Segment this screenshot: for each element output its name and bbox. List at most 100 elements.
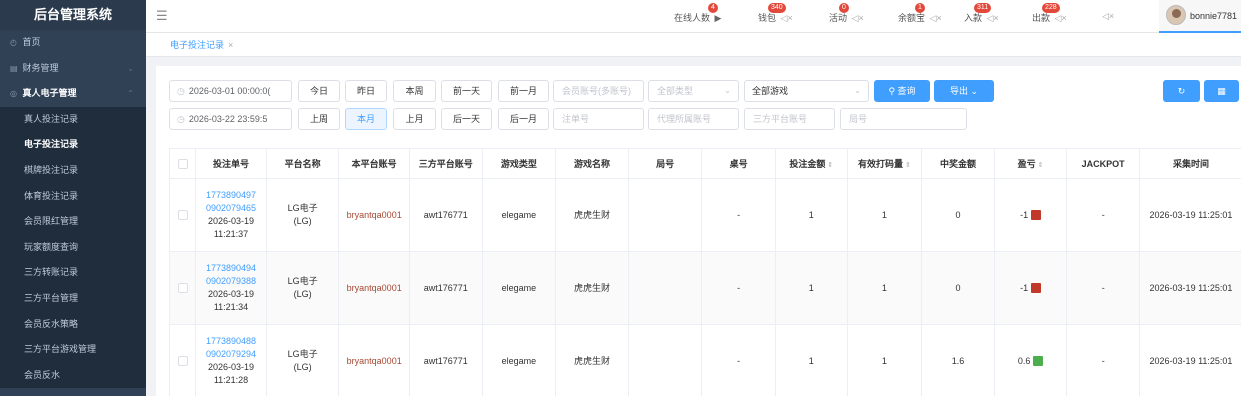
account-link[interactable]: bryantqa0001 bbox=[347, 210, 402, 220]
user-menu[interactable]: bonnie7781 bbox=[1159, 0, 1241, 33]
row-checkbox[interactable] bbox=[177, 283, 188, 294]
tab-egame-bets[interactable]: 电子投注记录 × bbox=[170, 38, 233, 51]
sort-icon[interactable]: ⇕ bbox=[827, 162, 833, 169]
yuebao-stat[interactable]: 余额宝 1 ◁× bbox=[898, 3, 942, 24]
table-row: 1773890497 0902079465 2026-03-19 11:21:37 LG… bbox=[168, 178, 1241, 252]
last-month-button[interactable]: 上月 bbox=[393, 108, 436, 130]
sidebar-item-home[interactable]: ◴ 首页 bbox=[0, 30, 146, 56]
avatar bbox=[1166, 5, 1186, 25]
sidebar-item-chess-bets[interactable]: 棋牌投注记录 bbox=[0, 157, 146, 184]
third-party-account-input[interactable]: 三方平台账号 bbox=[744, 108, 835, 130]
sidebar-item-label: 财务管理 bbox=[22, 62, 59, 73]
game-select[interactable]: 全部游戏 ⌄ bbox=[744, 80, 869, 102]
online-users-stat[interactable]: 在线人数 4 ▶ bbox=[674, 3, 721, 24]
sidebar-item-platform-mgmt[interactable]: 三方平台管理 bbox=[0, 285, 146, 312]
yesterday-button[interactable]: 昨日 bbox=[345, 80, 387, 102]
hamburger-icon[interactable]: ☰ bbox=[156, 9, 168, 22]
sidebar-item-egame-bets[interactable]: 电子投注记录 bbox=[0, 132, 146, 158]
sidebar-item-transfer-log[interactable]: 三方转账记录 bbox=[0, 260, 146, 286]
start-time-value: 2026-03-01 00:00:0( bbox=[188, 86, 271, 96]
sidebar-item-finance[interactable]: ▤ 财务管理 ⌄ bbox=[0, 56, 146, 82]
mute-icon: ◁× bbox=[986, 13, 999, 23]
sidebar-item-platform-games[interactable]: 三方平台游戏管理 bbox=[0, 337, 146, 363]
start-time-input[interactable]: ◷ 2026-03-01 00:00:0( bbox=[169, 80, 292, 102]
chevron-up-icon: ⌃ bbox=[127, 89, 134, 99]
type-select[interactable]: 全部类型 ⌄ bbox=[648, 80, 739, 102]
game-select-value: 全部游戏 bbox=[752, 86, 789, 96]
online-badge: 4 bbox=[708, 3, 718, 13]
end-time-input[interactable]: ◷ 2026-03-22 23:59:5 bbox=[169, 108, 292, 130]
game-type-cell: elegame bbox=[481, 251, 557, 325]
next-day-button[interactable]: 后一天 bbox=[441, 108, 492, 130]
stat-label: 入款 bbox=[964, 13, 983, 23]
column-header-sortable[interactable]: 投注金额 ⇕ bbox=[774, 148, 848, 179]
sidebar-item-credit-query[interactable]: 玩家额度查询 bbox=[0, 234, 146, 261]
column-header-sortable[interactable]: 有效打码量 ⇕ bbox=[846, 148, 923, 179]
order-number-link[interactable]: 1773890497 bbox=[196, 189, 266, 202]
withdraw-badge: 228 bbox=[1042, 3, 1060, 13]
sidebar: 后台管理系统 ◴ 首页 ▤ 财务管理 ⌄ ◎ 真人电子管理 ⌃ 真人投注记录 电… bbox=[0, 0, 146, 396]
next-month-button[interactable]: 后一月 bbox=[498, 108, 549, 130]
deposit-stat[interactable]: 入款 311 ◁× bbox=[964, 3, 999, 24]
close-icon[interactable]: × bbox=[228, 40, 233, 50]
collect-time-cell: 2026-03-19 11:25:01 bbox=[1138, 178, 1241, 252]
sort-icon[interactable]: ⇕ bbox=[1038, 162, 1044, 169]
mute-icon: ◁× bbox=[851, 13, 864, 23]
valid-bet-cell: 1 bbox=[846, 324, 923, 396]
jackpot-cell: - bbox=[1066, 251, 1140, 325]
order-number-link[interactable]: 1773890494 bbox=[196, 262, 266, 275]
sidebar-item-bet-limits[interactable]: 会员限红管理 bbox=[0, 209, 146, 235]
grid-button[interactable]: ▦ bbox=[1204, 80, 1239, 102]
sound-mute-icon[interactable]: ◁× bbox=[1102, 11, 1114, 22]
export-button[interactable]: 导出 ⌄ bbox=[934, 80, 994, 102]
order-number-link[interactable]: 0902079294 bbox=[196, 348, 266, 361]
this-month-button[interactable]: 本月 bbox=[345, 108, 387, 130]
wallet-stat[interactable]: 钱包 340 ◁× bbox=[758, 3, 793, 24]
select-all-cell[interactable] bbox=[168, 148, 197, 179]
table-number-cell: - bbox=[701, 324, 776, 396]
sidebar-item-rebate-policy[interactable]: 会员反水策略 bbox=[0, 311, 146, 338]
round-number-input[interactable]: 局号 bbox=[840, 108, 967, 130]
last-week-button[interactable]: 上周 bbox=[298, 108, 340, 130]
order-number-link[interactable]: 1773890488 bbox=[196, 335, 266, 348]
prev-month-button[interactable]: 前一月 bbox=[498, 80, 549, 102]
withdraw-stat[interactable]: 出款 228 ◁× bbox=[1032, 3, 1067, 24]
prev-day-button[interactable]: 前一天 bbox=[441, 80, 492, 102]
platform-name: LG电子 bbox=[287, 203, 318, 213]
agent-account-input[interactable]: 代理所属账号 bbox=[648, 108, 739, 130]
select-all-checkbox[interactable] bbox=[177, 158, 188, 169]
row-checkbox[interactable] bbox=[177, 356, 188, 367]
row-checkbox[interactable] bbox=[177, 210, 188, 221]
platform-name: LG电子 bbox=[287, 276, 318, 286]
account-link[interactable]: bryantqa0001 bbox=[347, 356, 402, 366]
column-header: 本平台账号 bbox=[338, 148, 410, 179]
order-number-link[interactable]: 0902079465 bbox=[196, 202, 266, 215]
live-icon: ◎ bbox=[10, 89, 17, 99]
column-header: 局号 bbox=[627, 148, 703, 179]
pnl-status-icon bbox=[1031, 210, 1042, 221]
round-cell bbox=[627, 178, 703, 252]
sidebar-item-live[interactable]: ◎ 真人电子管理 ⌃ bbox=[0, 81, 146, 107]
row-select-cell[interactable] bbox=[168, 324, 197, 396]
account-link[interactable]: bryantqa0001 bbox=[347, 283, 402, 293]
order-number-link[interactable]: 0902079388 bbox=[196, 275, 266, 288]
note-number-input[interactable]: 注单号 bbox=[553, 108, 644, 130]
query-button[interactable]: ⚲ 查询 bbox=[874, 80, 930, 102]
sidebar-item-label: 真人电子管理 bbox=[22, 88, 77, 99]
sidebar-item-sports-bets[interactable]: 体育投注记录 bbox=[0, 183, 146, 210]
column-header: 桌号 bbox=[701, 148, 776, 179]
table-number-cell: - bbox=[701, 251, 776, 325]
today-button[interactable]: 今日 bbox=[298, 80, 340, 102]
sort-icon[interactable]: ⇕ bbox=[905, 162, 911, 169]
row-select-cell[interactable] bbox=[168, 251, 197, 325]
sidebar-item-label: 首页 bbox=[22, 37, 41, 47]
sidebar-item-rebate[interactable]: 会员反水 bbox=[0, 362, 146, 389]
chevron-down-icon: ⌄ bbox=[970, 86, 979, 96]
member-account-input[interactable]: 会员账号(多账号) bbox=[553, 80, 644, 102]
column-header-sortable[interactable]: 盈亏 ⇕ bbox=[993, 148, 1068, 179]
sidebar-item-live-bets[interactable]: 真人投注记录 bbox=[0, 106, 146, 133]
refresh-button[interactable]: ↻ bbox=[1163, 80, 1200, 102]
this-week-button[interactable]: 本周 bbox=[393, 80, 436, 102]
row-select-cell[interactable] bbox=[168, 178, 197, 252]
activity-stat[interactable]: 活动 0 ◁× bbox=[829, 3, 864, 24]
